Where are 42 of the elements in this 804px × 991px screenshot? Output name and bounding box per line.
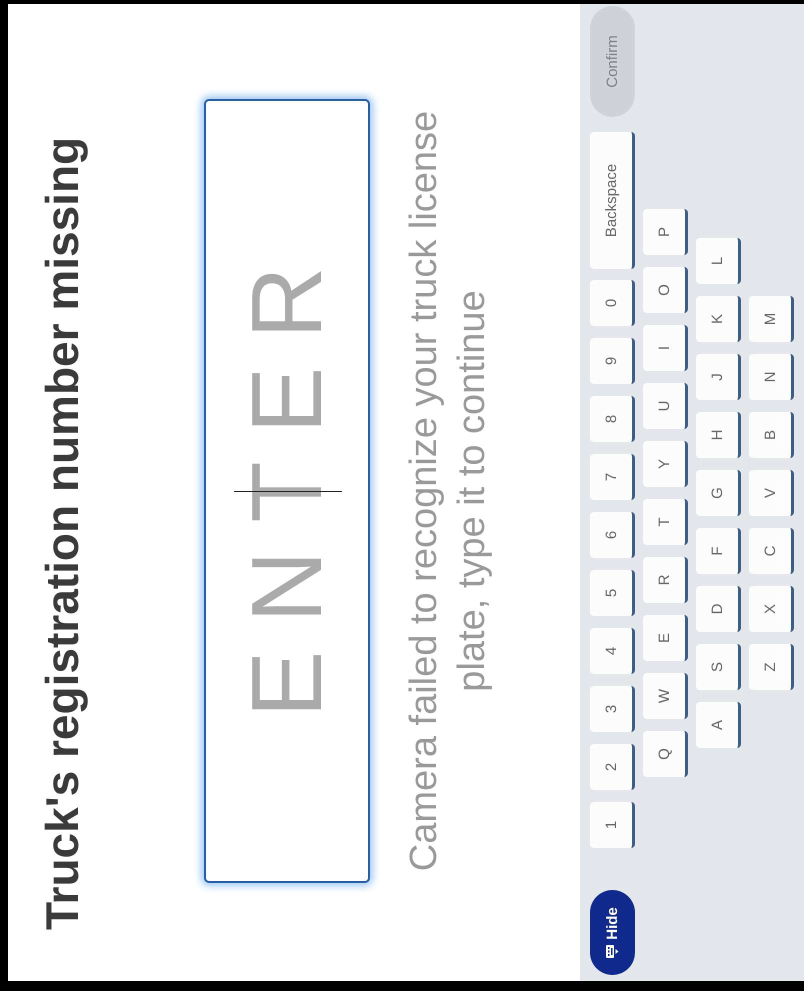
key-button[interactable]: 9 (590, 338, 635, 384)
key-button[interactable]: V (749, 470, 794, 516)
key-button[interactable]: O (643, 267, 688, 313)
key-button[interactable]: G (696, 470, 741, 516)
plate-input-field[interactable]: ENTER (204, 99, 370, 883)
key-button[interactable]: R (643, 557, 688, 603)
key-button[interactable]: 6 (590, 512, 635, 558)
key-button[interactable]: P (643, 209, 688, 255)
key-button[interactable]: 3 (590, 686, 635, 732)
key-button[interactable]: E (643, 615, 688, 661)
key-button[interactable]: 7 (590, 454, 635, 500)
key-button[interactable]: Q (643, 731, 688, 777)
key-button[interactable]: Z (749, 644, 794, 690)
keyboard-icon (606, 944, 619, 958)
key-button[interactable]: 2 (590, 744, 635, 790)
instruction-text: Camera failed to recognize your truck license plate, type it to continue (402, 110, 494, 874)
key-button[interactable]: 5 (590, 570, 635, 616)
key-button[interactable]: 4 (590, 628, 635, 674)
key-button[interactable]: K (696, 296, 741, 342)
key-button[interactable]: F (696, 528, 741, 574)
key-button[interactable]: S (696, 644, 741, 690)
key-button[interactable]: M (749, 296, 794, 342)
key-button[interactable]: W (643, 673, 688, 719)
key-button[interactable]: H (696, 412, 741, 458)
key-button[interactable]: I (643, 325, 688, 371)
page-title: Truck's registration number missing (36, 136, 88, 930)
key-button[interactable]: 1 (590, 802, 635, 848)
key-button[interactable]: D (696, 586, 741, 632)
key-button[interactable]: X (749, 586, 794, 632)
key-button[interactable]: B (749, 412, 794, 458)
key-button[interactable]: Y (643, 441, 688, 487)
key-button[interactable]: C (749, 528, 794, 574)
hide-keyboard-button[interactable]: Hide (590, 890, 635, 975)
key-button[interactable]: 8 (590, 396, 635, 442)
key-button[interactable]: A (696, 702, 741, 748)
key-button[interactable]: U (643, 383, 688, 429)
key-button[interactable]: N (749, 354, 794, 400)
key-button[interactable]: 0 (590, 280, 635, 326)
key-button[interactable]: T (643, 499, 688, 545)
key-button[interactable]: J (696, 354, 741, 400)
key-button[interactable]: L (696, 238, 741, 284)
backspace-button[interactable]: Backspace (590, 132, 635, 269)
